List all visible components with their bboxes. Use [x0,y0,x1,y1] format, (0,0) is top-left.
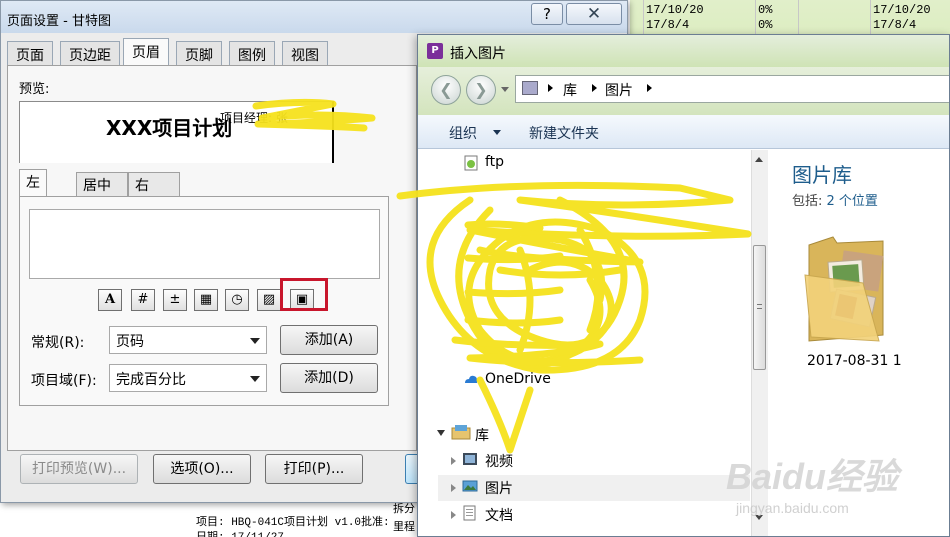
project-app-icon: P [427,43,443,59]
time-button[interactable]: ◷ [225,289,249,311]
field-add-button[interactable]: 添加(D) [280,363,378,393]
address-bar[interactable] [515,75,949,103]
field-label: 项目域(F): [31,373,97,389]
font-icon: A [104,292,116,307]
forward-button[interactable]: ❯ [466,75,496,105]
file-name-button[interactable]: ▨ [257,289,281,311]
expand-icon[interactable] [451,511,456,519]
bg-cell-date: 17/10/20 [873,3,931,17]
bg-cell-date: 17/10/20 [646,3,704,17]
bg-cell-date: 17/8/4 [646,18,690,32]
tab-margins[interactable]: 页边距 [60,41,120,66]
nav-item-onedrive[interactable]: OneDrive [485,371,551,387]
page-number-icon: # [137,292,149,307]
footer-project-line: 项目: HBQ-041C项目计划 v1.0批准: [196,517,390,529]
preview-manager-text: 项目经理: 张 [220,111,288,125]
expand-icon[interactable] [451,457,456,465]
preview-title-text: XXX项目计划 [106,116,233,140]
tab-center[interactable]: 居中 [76,172,128,196]
breadcrumb-pictures[interactable]: 图片 [605,80,633,100]
onedrive-icon [465,375,478,383]
highlight-box [280,278,328,311]
collapse-icon[interactable] [437,430,445,436]
chevron-down-icon [250,376,260,382]
footer-legend-milestone: 里程 [393,522,415,534]
date-icon: ▦ [199,292,213,307]
tab-left[interactable]: 左 [19,169,47,197]
ftp-icon [464,155,478,171]
chevron-right-icon[interactable] [548,84,553,92]
total-pages-icon: ± [169,292,181,307]
general-select-value: 页码 [116,334,144,350]
breadcrumb-library[interactable]: 库 [563,80,577,100]
page-number-button[interactable]: # [131,289,155,311]
library-title: 图片库 [792,163,852,187]
tab-legend[interactable]: 图例 [229,41,275,66]
pictures-icon [462,480,478,492]
expand-icon[interactable] [451,484,456,492]
nav-item-library[interactable]: 库 [475,425,489,445]
computer-icon [522,81,538,95]
preview-label: 预览: [19,82,50,97]
bg-cell-pct: 0% [758,18,773,32]
new-folder-button[interactable]: 新建文件夹 [529,123,599,143]
options-button[interactable]: 选项(O)... [153,454,251,484]
documents-icon [463,505,476,521]
footer-date-line: 日期: 17/11/27 [196,528,284,537]
insert-picture-title: 插入图片 [450,46,506,62]
tab-page[interactable]: 页面 [7,41,53,66]
header-text-area[interactable] [29,209,380,279]
arrow-left-icon: ❮ [439,80,453,99]
page-setup-title: 页面设置 - 甘特图 [7,14,111,29]
nav-scrollbar-thumb[interactable] [753,245,766,370]
organize-button[interactable]: 组织 [449,123,477,143]
tab-footer[interactable]: 页脚 [176,41,222,66]
scroll-up-icon[interactable] [755,157,763,162]
nav-item-videos[interactable]: 视频 [485,451,513,471]
general-select[interactable]: 页码 [109,326,267,354]
chevron-down-icon [250,338,260,344]
help-button[interactable]: ? [531,3,563,25]
tab-view[interactable]: 视图 [282,41,328,66]
insert-picture-titlebar[interactable]: P 插入图片 [418,35,949,67]
arrow-right-icon: ❯ [474,80,488,99]
bg-cell-pct: 0% [758,3,773,17]
chevron-down-icon [493,130,501,135]
print-preview-button[interactable]: 打印预览(W)... [20,454,138,484]
folder-label[interactable]: 2017-08-31 1 [807,353,902,369]
bg-cell-date: 17/8/4 [873,18,917,32]
nav-item-pictures[interactable]: 图片 [485,478,513,498]
total-pages-button[interactable]: ± [163,289,187,311]
includes-label: 包括: [792,194,823,209]
file-name-icon: ▨ [262,292,276,307]
recent-locations-dropdown[interactable] [501,87,509,92]
page-setup-titlebar[interactable]: 页面设置 - 甘特图 ? ✕ [1,1,627,33]
tab-header[interactable]: 页眉 [123,38,169,67]
tab-right[interactable]: 右 [128,172,180,196]
chevron-right-icon[interactable] [647,84,652,92]
baidu-watermark-url: jingyan.baidu.com [736,500,849,516]
back-button[interactable]: ❮ [431,75,461,105]
folder-icon[interactable] [803,231,889,343]
library-includes: 包括: 2 个位置 [792,190,878,209]
includes-locations-link[interactable]: 2 个位置 [827,194,878,209]
nav-item-ftp[interactable]: ftp [485,154,504,170]
print-button[interactable]: 打印(P)... [265,454,363,484]
nav-item-documents[interactable]: 文档 [485,505,513,525]
library-icon [451,425,471,440]
date-button[interactable]: ▦ [194,289,218,311]
general-label: 常规(R): [31,335,85,351]
field-select[interactable]: 完成百分比 [109,364,267,392]
close-button[interactable]: ✕ [566,3,622,25]
font-button[interactable]: A [98,289,122,311]
time-icon: ◷ [231,292,243,307]
video-icon [463,453,477,465]
general-add-button[interactable]: 添加(A) [280,325,378,355]
chevron-right-icon[interactable] [592,84,597,92]
baidu-watermark-logo: Baidu经验 [726,456,899,497]
field-select-value: 完成百分比 [116,372,186,388]
